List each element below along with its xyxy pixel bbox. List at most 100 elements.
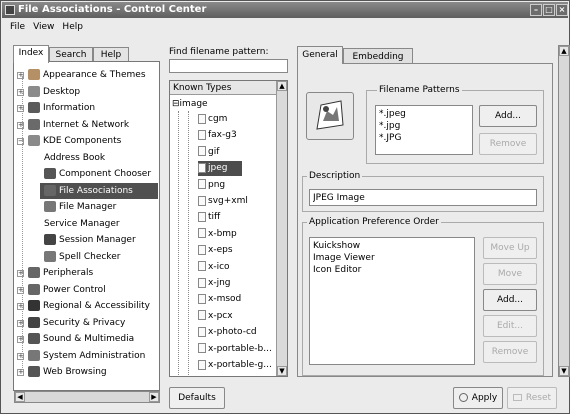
menu-view[interactable]: View	[29, 19, 58, 35]
close-icon[interactable]: ×	[556, 4, 568, 16]
module-icon	[28, 102, 40, 113]
tree-item[interactable]: Sound & Multimedia	[28, 331, 134, 347]
tree-item[interactable]: Service Manager	[44, 216, 120, 232]
right-vscrollbar[interactable]: ▲ ▼	[558, 45, 570, 377]
remove-app-button[interactable]: Remove	[483, 341, 537, 363]
menu-file[interactable]: File	[6, 19, 29, 35]
tree-expander-icon[interactable]: +	[17, 369, 24, 376]
type-item[interactable]: x-msod	[198, 292, 241, 307]
tree-item[interactable]: Information	[28, 100, 95, 116]
right-scroll-up-icon[interactable]: ▲	[559, 46, 569, 56]
type-item[interactable]: x-portable-b...	[198, 342, 272, 357]
add-app-button[interactable]: Add...	[483, 289, 537, 311]
maximize-icon[interactable]: □	[543, 4, 555, 16]
type-group-image[interactable]: ⊟image	[172, 97, 208, 112]
type-item-label: x-eps	[208, 245, 233, 256]
app-item[interactable]: Icon Editor	[313, 264, 471, 276]
tree-item-label: File Associations	[59, 185, 133, 196]
tree-item[interactable]: Power Control	[28, 282, 106, 298]
known-types-header[interactable]: Known Types	[170, 81, 277, 95]
tab-general[interactable]: General	[297, 46, 343, 64]
reset-icon	[512, 394, 522, 401]
type-item-label: x-pcx	[208, 310, 233, 321]
tree-item[interactable]: Appearance & Themes	[28, 67, 146, 83]
known-types-list: Known Types ▲ ▼ ⊟image cgm fax-g3 gif jpeg pn…	[169, 80, 288, 377]
right-scroll-down-icon[interactable]: ▼	[559, 366, 569, 376]
tree-item[interactable]: File Associations	[40, 182, 158, 199]
minimize-icon[interactable]: –	[530, 4, 542, 16]
tree-item[interactable]: Security & Privacy	[28, 315, 125, 331]
defaults-button[interactable]: Defaults	[169, 387, 225, 409]
types-guide-line	[188, 111, 189, 375]
type-item[interactable]: x-pcx	[198, 309, 233, 324]
type-item-label: gif	[208, 146, 220, 157]
tree-item[interactable]: Component Chooser	[44, 166, 151, 182]
tree-item[interactable]: Peripherals	[28, 265, 93, 281]
tree-item[interactable]: File Manager	[44, 199, 116, 215]
edit-app-button[interactable]: Edit...	[483, 315, 537, 337]
type-item[interactable]: svg+xml	[198, 194, 248, 209]
scroll-down-icon[interactable]: ▼	[277, 366, 287, 376]
remove-pattern-button[interactable]: Remove	[479, 133, 537, 155]
tree-item-label: Web Browsing	[43, 367, 107, 377]
description-input[interactable]	[309, 189, 537, 206]
type-item[interactable]: fax-g3	[198, 128, 237, 143]
type-item[interactable]: x-eps	[198, 243, 233, 258]
module-icon	[28, 135, 40, 146]
tree-item-label: Security & Privacy	[43, 317, 126, 328]
app-icon[interactable]	[5, 5, 15, 15]
description-group: Description	[302, 171, 544, 212]
image-file-icon	[198, 326, 206, 337]
tree-item-label: Sound & Multimedia	[43, 334, 135, 344]
app-item[interactable]: Image Viewer	[313, 252, 471, 264]
module-icon	[28, 316, 40, 328]
type-item[interactable]: x-bmp	[198, 227, 237, 242]
tree-item[interactable]: Web Browsing	[28, 364, 107, 380]
type-icon-button[interactable]	[306, 92, 354, 140]
pattern-item[interactable]: *.JPG	[379, 132, 469, 144]
type-item[interactable]: x-ico	[198, 260, 230, 275]
tree-item[interactable]: System Administration	[28, 348, 145, 364]
type-item[interactable]: x-photo-cd	[198, 325, 257, 340]
image-file-icon	[198, 261, 206, 272]
type-item[interactable]: gif	[198, 145, 219, 160]
app-list[interactable]: Kuickshow Image Viewer Icon Editor	[309, 237, 475, 365]
tree-item[interactable]: Session Manager	[44, 232, 136, 248]
title-bar[interactable]: File Associations - Control Center – □ ×	[2, 2, 568, 18]
tree-item[interactable]: Desktop	[28, 84, 80, 100]
apply-button[interactable]: Apply	[453, 387, 503, 409]
tree-hscrollbar[interactable]: ◀ ▶	[14, 391, 160, 403]
add-pattern-button[interactable]: Add...	[479, 105, 537, 127]
tree-item[interactable]: Internet & Network	[28, 117, 129, 133]
type-item[interactable]: jpeg	[198, 161, 242, 177]
tree-item[interactable]: Address Book	[44, 150, 105, 166]
filename-patterns-title: Filename Patterns	[377, 85, 462, 95]
scroll-right-icon[interactable]: ▶	[149, 392, 159, 402]
find-pattern-input[interactable]	[169, 59, 288, 73]
tab-index[interactable]: Index	[13, 45, 49, 63]
move-down-button[interactable]: Move Down	[483, 263, 537, 299]
type-item[interactable]: x-jng	[198, 276, 231, 291]
menu-help[interactable]: Help	[58, 19, 87, 35]
patterns-list[interactable]: *.jpeg *.jpg *.JPG	[375, 105, 473, 155]
type-item[interactable]: tiff	[198, 210, 220, 225]
image-file-icon	[198, 244, 206, 255]
move-up-button[interactable]: Move Up	[483, 237, 537, 259]
reset-button[interactable]: Reset	[507, 387, 557, 409]
tree-item-label: Information	[43, 103, 96, 113]
pattern-item[interactable]: *.jpg	[379, 120, 469, 132]
type-item[interactable]: png	[198, 178, 225, 193]
tree-item[interactable]: KDE Components	[28, 133, 121, 149]
scroll-left-icon[interactable]: ◀	[15, 392, 25, 402]
group-expander-icon[interactable]: ⊟	[172, 99, 180, 109]
pattern-item[interactable]: *.jpeg	[379, 108, 469, 120]
tree-item[interactable]: Spell Checker	[44, 249, 120, 265]
types-vscrollbar[interactable]: ▲ ▼	[276, 81, 287, 376]
type-item[interactable]: cgm	[198, 112, 227, 127]
tab-embedding[interactable]: Embedding	[343, 48, 413, 64]
tree-item[interactable]: Regional & Accessibility	[28, 298, 150, 314]
type-item[interactable]: x-portable-g...	[198, 358, 272, 373]
scroll-up-icon[interactable]: ▲	[277, 81, 287, 91]
app-item[interactable]: Kuickshow	[313, 240, 471, 252]
type-item-label: x-bmp	[208, 228, 237, 239]
